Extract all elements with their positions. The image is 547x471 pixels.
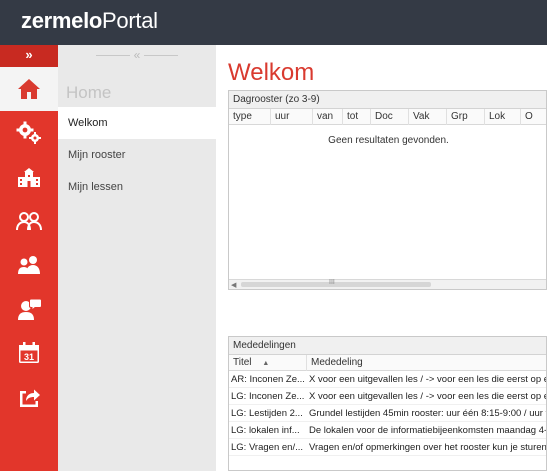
subnav-item-mijn-rooster[interactable]: Mijn rooster [58,139,216,171]
horizontal-scrollbar[interactable]: ◀ III [229,279,546,289]
column-header-vak[interactable]: Vak [409,109,447,125]
scrollbar-thumb[interactable] [241,282,431,287]
table-row[interactable]: AR: Inconen Ze... X voor een uitgevallen… [229,371,546,388]
students-icon [16,212,42,231]
column-header-tot[interactable]: tot [343,109,371,125]
scrollbar-grip: III [329,279,335,286]
table-row[interactable]: LG: Inconen Ze... X voor een uitgevallen… [229,388,546,405]
mededelingen-title: Mededelingen [229,337,546,355]
row-titel: LG: Lestijden 2... [231,408,303,419]
dagrooster-title: Dagrooster (zo 3-9) [229,91,546,109]
row-mededeling: Grundel lestijden 45min rooster: uur één… [309,408,546,419]
users-icon [18,256,40,274]
divider [96,55,131,57]
row-mededeling: Vragen en/of opmerkingen over het rooste… [309,442,546,453]
subnav-item-welkom[interactable]: Welkom [58,107,216,139]
rail-user-message[interactable] [0,287,58,331]
app-logo[interactable]: zermeloPortal [21,8,158,34]
titel-label: Titel [233,357,252,368]
main-content: Welkom Dagrooster (zo 3-9) type uur van … [216,45,547,471]
rail-home[interactable] [0,67,58,111]
logo-bold: zermelo [21,8,103,33]
gears-icon [16,121,41,144]
school-icon [18,168,40,187]
subnav-item-mijn-lessen[interactable]: Mijn lessen [58,171,216,203]
collapse-subnav-button[interactable]: « [58,45,216,67]
rail-settings[interactable] [0,111,58,155]
divider [143,55,178,57]
rail-share[interactable] [0,375,58,419]
row-titel: AR: Inconen Ze... [231,374,305,385]
row-titel: LG: Vragen en/... [231,442,303,453]
dagrooster-body: Geen resultaten gevonden. ◀ III [229,125,546,289]
row-mededeling: De lokalen voor de informatiebijeenkomst… [309,425,546,436]
expand-menu-button[interactable]: » [0,45,58,67]
table-row[interactable]: LG: Vragen en/... Vragen en/of opmerking… [229,439,546,456]
column-header-grp[interactable]: Grp [447,109,485,125]
collapse-icon: « [133,48,141,62]
top-bar: zermeloPortal [0,0,547,45]
sub-navigation: « Home Welkom Mijn rooster Mijn lessen [58,45,216,471]
column-header-van[interactable]: van [313,109,343,125]
icon-rail: » 31 [0,45,58,471]
scroll-left-icon[interactable]: ◀ [231,281,236,289]
share-icon [20,389,40,407]
calendar-day: 31 [24,352,34,362]
column-header-lok[interactable]: Lok [485,109,521,125]
row-mededeling: X voor een uitgevallen les / -> voor een… [309,391,546,402]
calendar-icon: 31 [19,342,39,363]
column-header-uur[interactable]: uur [271,109,313,125]
user-chat-icon [18,298,42,320]
rail-calendar[interactable]: 31 [0,331,58,375]
row-titel: LG: lokalen inf... [231,425,300,436]
sort-ascending-icon: ▲ [262,360,270,367]
column-header-type[interactable]: type [229,109,271,125]
rail-school[interactable] [0,155,58,199]
dagrooster-header: type uur van tot Doc Vak Grp Lok O [229,109,546,125]
column-header-titel[interactable]: Titel ▲ [229,355,307,371]
subnav-title: Home [66,83,112,102]
column-header-o[interactable]: O [521,109,546,125]
mededelingen-header: Titel ▲ Mededeling [229,355,546,371]
column-header-doc[interactable]: Doc [371,109,409,125]
table-row[interactable]: LG: Lestijden 2... Grundel lestijden 45m… [229,405,546,422]
logo-light: Portal [102,8,158,33]
column-header-mededeling[interactable]: Mededeling [307,355,546,371]
rail-users[interactable] [0,243,58,287]
dagrooster-panel: Dagrooster (zo 3-9) type uur van tot Doc… [228,90,547,290]
empty-message: Geen resultaten gevonden. [328,135,449,146]
row-mededeling: X voor een uitgevallen les / -> voor een… [309,374,546,385]
table-row[interactable]: LG: lokalen inf... De lokalen voor de in… [229,422,546,439]
row-titel: LG: Inconen Ze... [231,391,305,402]
rail-students[interactable] [0,199,58,243]
mededelingen-panel: Mededelingen Titel ▲ Mededeling AR: Inco… [228,336,547,471]
page-title: Welkom [228,59,315,86]
home-icon [18,79,40,99]
